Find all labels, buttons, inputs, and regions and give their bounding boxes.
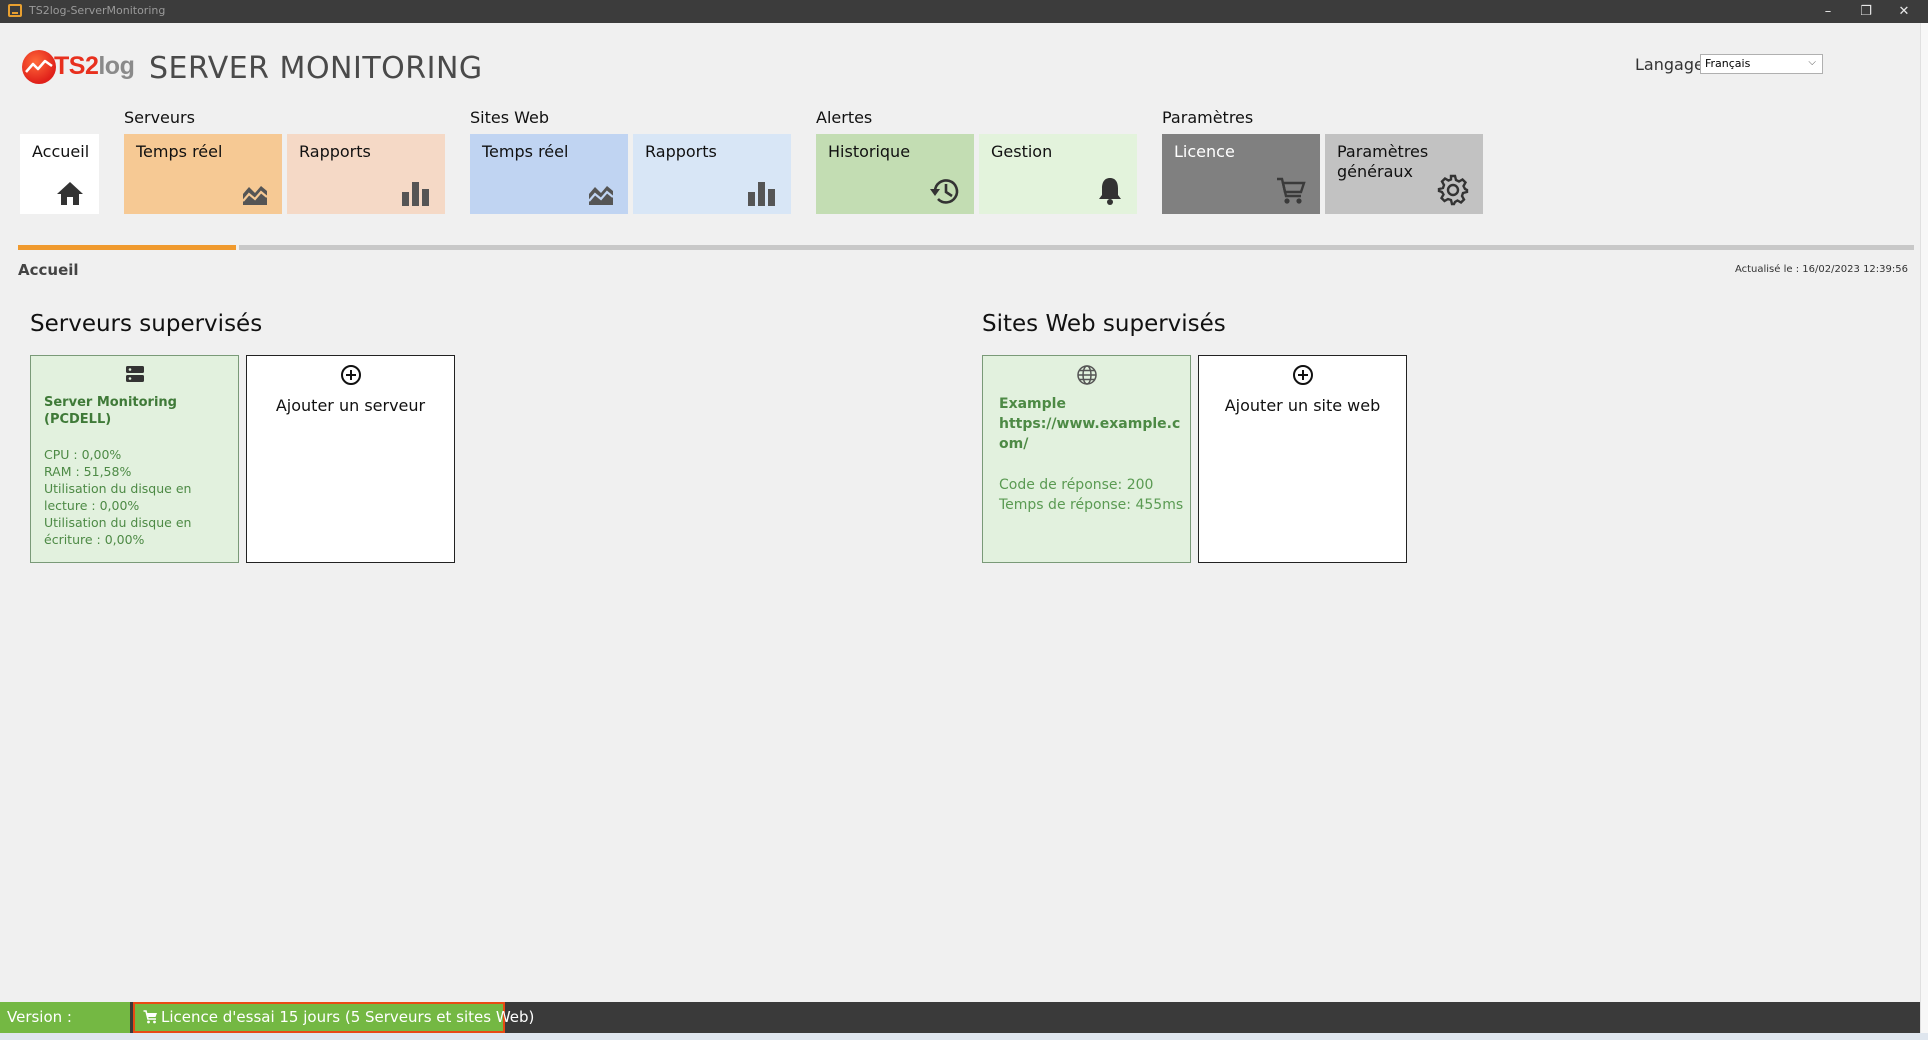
website-response-time: Temps de réponse: 455ms [999, 497, 1184, 513]
server-icon [125, 366, 144, 382]
page-progress-track [18, 245, 1914, 250]
tile-servers-reports-label: Rapports [299, 142, 371, 161]
window-titlebar: TS2log-ServerMonitoring – ❐ ✕ [0, 0, 1928, 23]
add-circle-icon [1292, 365, 1313, 385]
logo-chart-icon [22, 50, 56, 84]
cart-icon [1277, 177, 1306, 204]
tile-alerts-history-label: Historique [828, 142, 911, 161]
tile-servers-realtime[interactable]: Temps réel [124, 134, 282, 214]
close-button[interactable]: ✕ [1889, 2, 1919, 21]
last-updated: Actualisé le : 16/02/2023 12:39:56 [1734, 264, 1908, 275]
servers-section-title: Serveurs supervisés [30, 311, 263, 337]
website-response-code: Code de réponse: 200 [999, 477, 1154, 493]
websites-section-title: Sites Web supervisés [982, 311, 1226, 337]
server-disk-read: Utilisation du disque en lecture : 0,00% [44, 481, 192, 513]
bar-chart-icon [402, 182, 429, 206]
tile-home[interactable]: Accueil [20, 134, 99, 214]
language-label: Langage [1635, 55, 1704, 74]
server-disk-write: Utilisation du disque en écriture : 0,00… [44, 515, 192, 547]
server-name: Server Monitoring (PCDELL) [44, 395, 177, 427]
language-value: Français [1705, 57, 1751, 70]
tile-web-reports[interactable]: Rapports [633, 134, 791, 214]
logo-text: TS2log [54, 52, 135, 80]
group-label-websites: Sites Web [470, 108, 550, 127]
add-website-card[interactable]: Ajouter un site web [1198, 355, 1407, 563]
tile-web-realtime-label: Temps réel [482, 142, 569, 161]
server-ram: RAM : 51,58% [44, 464, 132, 479]
realtime-chart-icon [588, 186, 614, 205]
tile-licence[interactable]: Licence [1162, 134, 1320, 214]
taskbar-strip [0, 1033, 1928, 1040]
realtime-chart-icon [242, 186, 268, 205]
licence-status-text: Licence d'essai 15 jours (5 Serveurs et … [161, 1008, 535, 1026]
tile-alerts-management[interactable]: Gestion [979, 134, 1137, 214]
gear-icon [1437, 174, 1469, 206]
group-label-settings: Paramètres [1162, 108, 1254, 127]
add-website-label: Ajouter un site web [1224, 396, 1381, 415]
tile-web-reports-label: Rapports [645, 142, 717, 161]
page-progress-fill [18, 245, 236, 250]
breadcrumb: Accueil [18, 261, 79, 279]
globe-icon [1076, 365, 1097, 385]
restore-button[interactable]: ❐ [1851, 2, 1881, 21]
tile-web-realtime[interactable]: Temps réel [470, 134, 628, 214]
history-icon [930, 179, 959, 204]
group-label-servers: Serveurs [124, 108, 195, 127]
tile-general-settings[interactable]: Paramètres généraux [1325, 134, 1483, 214]
website-stats: Code de réponse: 200 Temps de réponse: 4… [999, 475, 1189, 515]
version-badge: Version : 5.3.2.13 [0, 1002, 130, 1040]
window-title: TS2log-ServerMonitoring [29, 4, 166, 17]
bar-chart-icon [748, 182, 775, 206]
tile-alerts-management-label: Gestion [991, 142, 1053, 161]
tile-alerts-history[interactable]: Historique [816, 134, 974, 214]
bell-icon [1099, 178, 1121, 205]
tile-general-settings-label-1: Paramètres [1337, 142, 1429, 161]
ts2log-logo: TS2log [22, 50, 135, 84]
server-cpu: CPU : 0,00% [44, 447, 122, 462]
cart-icon [143, 1010, 157, 1024]
tile-servers-realtime-label: Temps réel [136, 142, 223, 161]
chevron-down-icon: ⌵ [1808, 57, 1816, 68]
progress-separator [236, 245, 239, 250]
add-server-card[interactable]: Ajouter un serveur [246, 355, 455, 563]
website-name: Example https://www.example.com/ [999, 394, 1184, 454]
app-monitor-icon [8, 4, 22, 17]
tile-servers-reports[interactable]: Rapports [287, 134, 445, 214]
tile-licence-label: Licence [1174, 142, 1235, 161]
server-stats: CPU : 0,00% RAM : 51,58% Utilisation du … [44, 446, 234, 548]
window-right-edge [1920, 23, 1928, 1033]
website-url: https://www.example.com/ [999, 416, 1181, 452]
home-icon [57, 182, 83, 205]
minimize-button[interactable]: – [1813, 2, 1843, 21]
licence-status-button[interactable]: Licence d'essai 15 jours (5 Serveurs et … [133, 1002, 534, 1033]
add-circle-icon [340, 365, 361, 385]
server-card[interactable]: Server Monitoring (PCDELL) CPU : 0,00% R… [30, 355, 239, 563]
app-title: SERVER MONITORING [149, 51, 483, 86]
website-card[interactable]: Example https://www.example.com/ Code de… [982, 355, 1191, 563]
group-label-alerts: Alertes [816, 108, 873, 127]
tile-home-label: Accueil [32, 142, 90, 161]
language-select[interactable]: Français ⌵ [1700, 54, 1823, 74]
add-server-label: Ajouter un serveur [275, 396, 426, 415]
